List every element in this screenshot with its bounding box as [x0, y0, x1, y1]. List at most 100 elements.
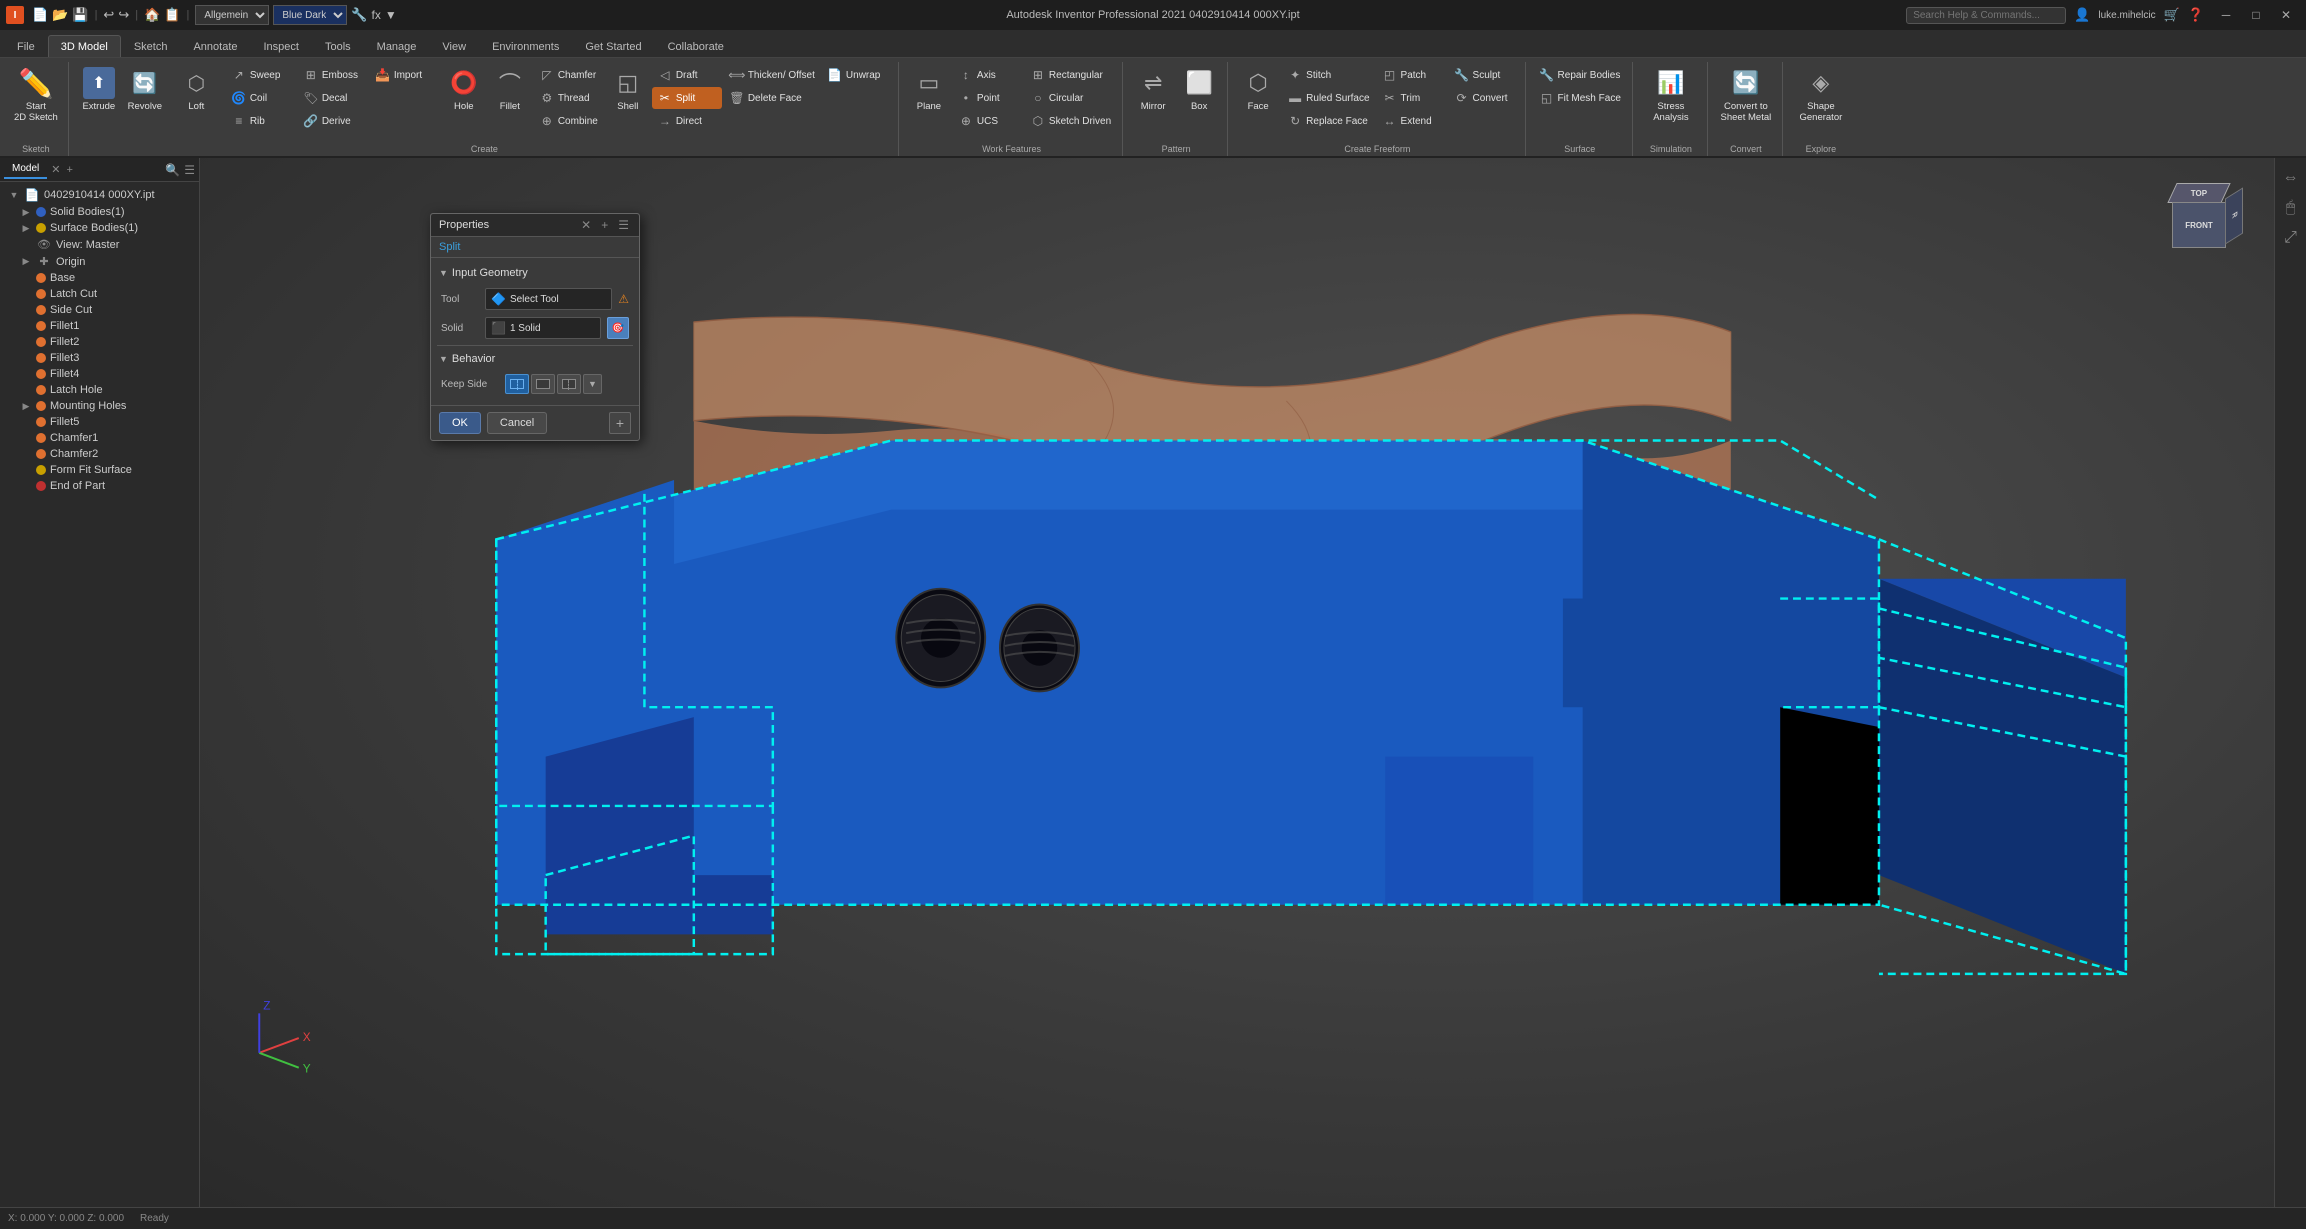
tab-view[interactable]: View [429, 35, 479, 57]
sketchdriven-button[interactable]: ⬡ Sketch Driven [1025, 110, 1116, 132]
convert-ff-button[interactable]: ⟳ Convert [1449, 87, 1519, 109]
revolve-button[interactable]: 🔄 Revolve [123, 64, 167, 136]
tab-3dmodel[interactable]: 3D Model [48, 35, 121, 57]
minimize-button[interactable]: ─ [2212, 5, 2240, 25]
tree-item-filename[interactable]: ▼ 📄 0402910414 000XY.ipt [0, 186, 199, 204]
qa-open-icon[interactable]: 📂 [52, 7, 68, 23]
patch-button[interactable]: ◰ Patch [1377, 64, 1447, 86]
face-button[interactable]: ⬡ Face [1236, 64, 1280, 136]
tree-item-viewmaster[interactable]: 👁 View: Master [0, 236, 199, 253]
model-tab-add[interactable]: + [66, 164, 72, 176]
start-2dsketch-button[interactable]: ✏️ Start2D Sketch [10, 64, 62, 136]
converttosheetmetal-button[interactable]: 🔄 Convert to Sheet Metal [1716, 64, 1776, 136]
tree-item-latchcut[interactable]: Latch Cut [0, 286, 199, 302]
sweep-button[interactable]: ↗ Sweep [226, 64, 296, 86]
tree-item-latchhole[interactable]: Latch Hole [0, 382, 199, 398]
tree-item-sidecut[interactable]: Side Cut [0, 302, 199, 318]
tree-item-base[interactable]: Base [0, 270, 199, 286]
tree-item-solidbodies[interactable]: ▶ Solid Bodies(1) [0, 204, 199, 220]
tree-item-chamfer2[interactable]: Chamfer2 [0, 446, 199, 462]
qa-home-icon[interactable]: 🏠 [144, 7, 160, 23]
stressanalysis-button[interactable]: 📊 Stress Analysis [1641, 64, 1701, 136]
coil-button[interactable]: 🌀 Coil [226, 87, 296, 109]
tab-annotate[interactable]: Annotate [180, 35, 250, 57]
tree-item-fillet2[interactable]: Fillet2 [0, 334, 199, 350]
fitmeshface-button[interactable]: ◱ Fit Mesh Face [1534, 87, 1626, 109]
decal-button[interactable]: 🏷 Decal [298, 87, 368, 109]
tab-inspect[interactable]: Inspect [251, 35, 312, 57]
solid-value[interactable]: ⬛ 1 Solid [485, 317, 601, 339]
tree-item-fillet1[interactable]: Fillet1 [0, 318, 199, 334]
search-input[interactable] [1906, 7, 2066, 24]
theme-dropdown[interactable]: Blue Dark [273, 5, 347, 25]
axis-button[interactable]: ↕ Axis [953, 64, 1023, 86]
tree-item-chamfer1[interactable]: Chamfer1 [0, 430, 199, 446]
split-button[interactable]: ✂ Split [652, 87, 722, 109]
tab-manage[interactable]: Manage [364, 35, 430, 57]
keep-side-right-button[interactable] [557, 374, 581, 394]
tree-item-origin[interactable]: ▶ ✚ Origin [0, 253, 199, 270]
input-geometry-section[interactable]: ▼ Input Geometry [437, 264, 633, 282]
shell-button[interactable]: ◱ Shell [606, 64, 650, 136]
tab-tools[interactable]: Tools [312, 35, 364, 57]
deleteface-button[interactable]: 🗑 Delete Face [724, 87, 820, 109]
model-tab[interactable]: Model [4, 160, 47, 179]
tab-file[interactable]: File [4, 35, 48, 57]
dialog-menu-button[interactable]: ☰ [616, 218, 631, 232]
qa-save-icon[interactable]: 💾 [72, 7, 88, 23]
draft-button[interactable]: ◁ Draft [652, 64, 722, 86]
behavior-section[interactable]: ▼ Behavior [437, 350, 633, 368]
keep-side-left-button[interactable] [505, 374, 529, 394]
tab-environments[interactable]: Environments [479, 35, 572, 57]
model-tab-close[interactable]: ✕ [51, 163, 60, 176]
tree-item-fillet4[interactable]: Fillet4 [0, 366, 199, 382]
emboss-button[interactable]: ⊞ Emboss [298, 64, 368, 86]
close-button[interactable]: ✕ [2272, 5, 2300, 25]
mirror-button[interactable]: ⇌ Mirror [1131, 64, 1175, 136]
point-button[interactable]: • Point [953, 87, 1023, 109]
right-panel-icon-3[interactable]: ⤢ [2279, 226, 2303, 250]
direct-button[interactable]: → Direct [652, 110, 722, 132]
rib-button[interactable]: ≡ Rib [226, 110, 296, 132]
fillet-button[interactable]: ⌒ Fillet [488, 64, 532, 136]
loft-button[interactable]: ⬡ Loft [169, 64, 224, 136]
maximize-button[interactable]: □ [2242, 5, 2270, 25]
extend-button[interactable]: ↔ Extend [1377, 110, 1447, 132]
navigation-cube[interactable]: TOP FRONT R [2154, 178, 2244, 268]
sculpt-button[interactable]: 🔧 Sculpt [1449, 64, 1519, 86]
extrude-button[interactable]: ⬆ Extrude [77, 64, 121, 136]
tree-item-surfacebodies[interactable]: ▶ Surface Bodies(1) [0, 220, 199, 236]
circular-button[interactable]: ○ Circular [1025, 87, 1116, 109]
derive-button[interactable]: 🔗 Derive [298, 110, 368, 132]
tab-sketch[interactable]: Sketch [121, 35, 181, 57]
tree-item-fillet5[interactable]: Fillet5 [0, 414, 199, 430]
keep-side-both-button[interactable] [531, 374, 555, 394]
help-icon[interactable]: ❓ [2188, 7, 2204, 23]
combine-button[interactable]: ⊕ Combine [534, 110, 604, 132]
misc-icon2[interactable]: 🔧 [351, 7, 367, 23]
qa-misc-icon[interactable]: 📋 [164, 7, 180, 23]
ucs-button[interactable]: ⊕ UCS [953, 110, 1023, 132]
viewport[interactable]: X Y Z TOP FRONT R Prope [200, 158, 2274, 1207]
tree-item-fillet3[interactable]: Fillet3 [0, 350, 199, 366]
replaceface-button[interactable]: ↻ Replace Face [1282, 110, 1374, 132]
import-button[interactable]: 📥 Import [370, 64, 440, 86]
repairbodies-button[interactable]: 🔧 Repair Bodies [1534, 64, 1626, 86]
tab-getstarted[interactable]: Get Started [572, 35, 654, 57]
menu-tree-icon[interactable]: ☰ [184, 163, 195, 177]
ruledsurface-button[interactable]: ▬ Ruled Surface [1282, 87, 1374, 109]
qa-new-icon[interactable]: 📄 [32, 7, 48, 23]
shapegenerator-button[interactable]: ◈ Shape Generator [1791, 64, 1851, 136]
search-tree-icon[interactable]: 🔍 [165, 163, 180, 177]
tab-collaborate[interactable]: Collaborate [655, 35, 737, 57]
expand-icon[interactable]: ▼ [385, 8, 397, 22]
keep-side-dropdown-button[interactable]: ▼ [583, 374, 602, 394]
tool-value[interactable]: 🔷 Select Tool [485, 288, 612, 310]
tree-item-formfitsurface[interactable]: Form Fit Surface [0, 462, 199, 478]
plane-button[interactable]: ▭ Plane [907, 64, 951, 136]
fx-icon[interactable]: fx [372, 8, 381, 22]
dialog-add-button[interactable]: + [599, 218, 610, 232]
tree-item-mountingholes[interactable]: ▶ Mounting Holes [0, 398, 199, 414]
thread-button[interactable]: ⚙ Thread [534, 87, 604, 109]
box-button[interactable]: ⬜ Box [1177, 64, 1221, 136]
